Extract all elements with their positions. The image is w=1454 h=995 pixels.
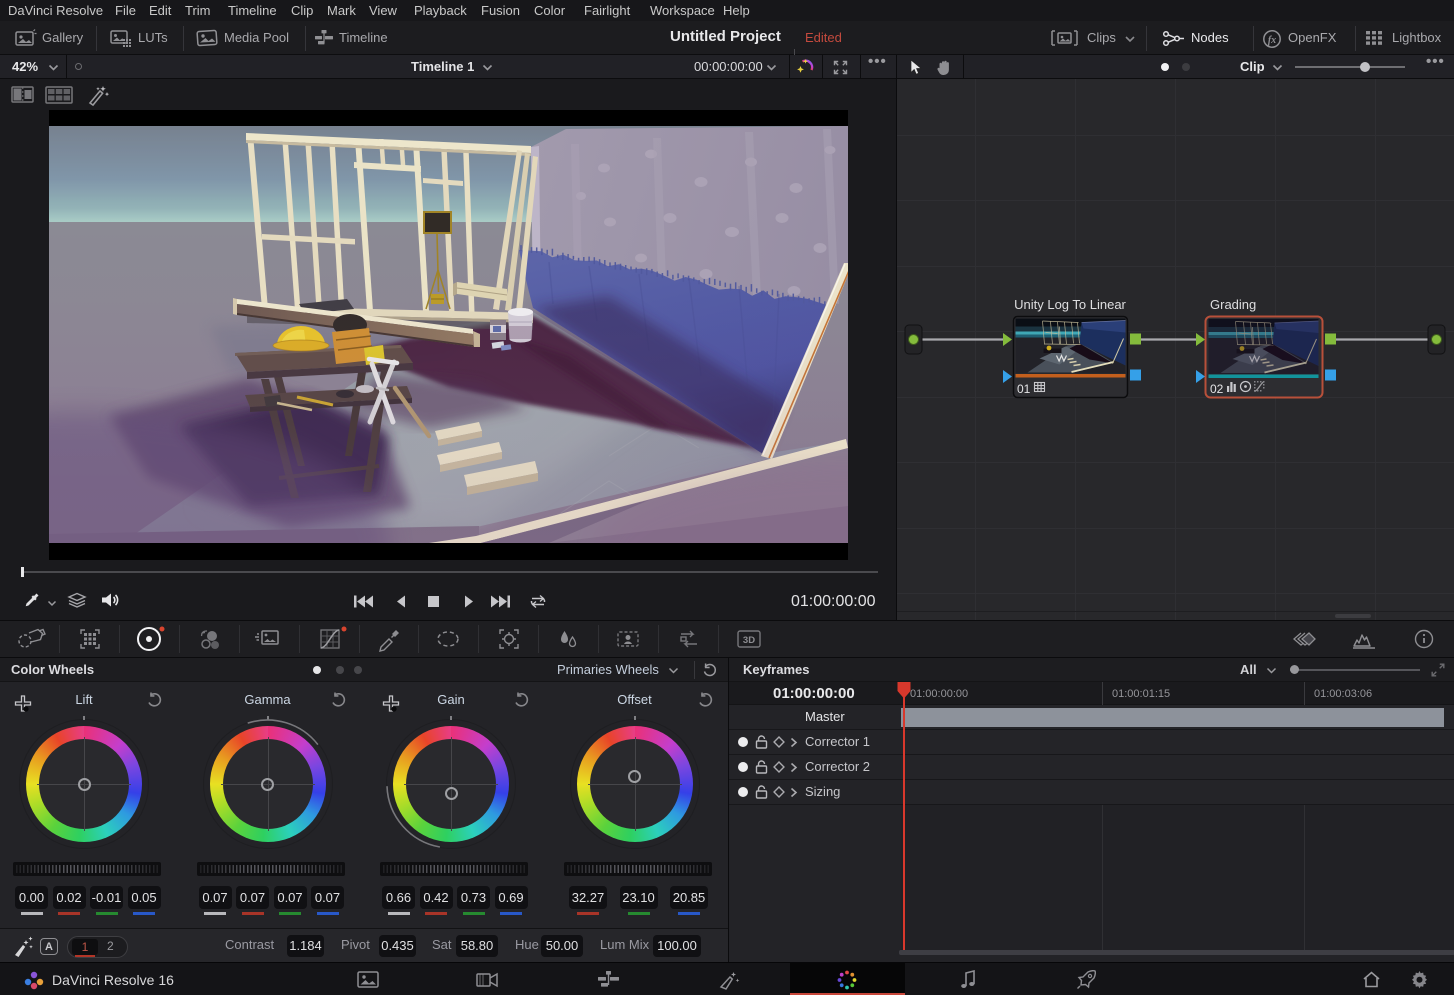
svg-text:3D: 3D [743, 635, 755, 646]
svg-text:Grading: Grading [1210, 297, 1256, 312]
svg-text:01: 01 [1017, 382, 1031, 396]
svg-text:fx: fx [1268, 35, 1276, 46]
svg-text:Unity Log To Linear: Unity Log To Linear [1014, 297, 1126, 312]
svg-text:02: 02 [1210, 382, 1224, 396]
